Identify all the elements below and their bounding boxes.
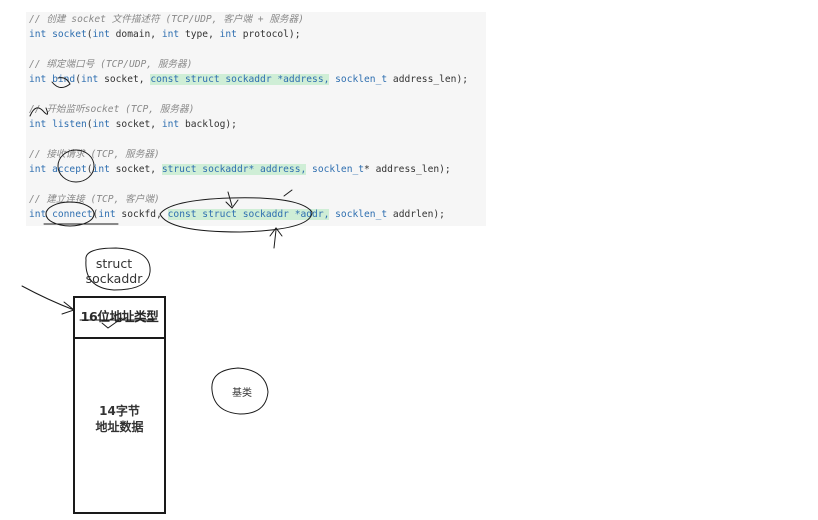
comment-listen: // 开始监听socket (TCP, 服务器)	[29, 104, 195, 115]
code-text: sockfd,	[115, 209, 168, 220]
code-text: type,	[179, 29, 220, 40]
comment-accept: // 接收请求 (TCP, 服务器)	[29, 149, 160, 160]
keyword: int	[29, 164, 47, 175]
keyword: int	[219, 29, 237, 40]
highlighted-param: struct sockaddr* address,	[161, 164, 307, 175]
keyword: int	[29, 74, 47, 85]
up-arrow-addr	[269, 227, 283, 249]
code-line-bind: int bind(int socket, const struct sockad…	[29, 74, 468, 86]
keyword: int	[161, 29, 180, 40]
incoming-arrow	[21, 285, 76, 315]
struct-label-line2: sockaddr	[85, 271, 143, 286]
code-line-connect: int connect(int sockfd, const struct soc…	[29, 209, 445, 221]
code-text: backlog);	[179, 119, 237, 130]
highlighted-param: const struct sockaddr *addr,	[167, 209, 330, 220]
code-text: socket,	[109, 119, 162, 130]
keyword: socklen_t	[312, 164, 365, 175]
keyword: int	[92, 119, 110, 130]
field-divider	[75, 337, 164, 339]
comment-connect: // 建立连接 (TCP, 客户端)	[29, 194, 160, 205]
keyword: socklen_t	[335, 74, 388, 85]
code-text: socket,	[98, 74, 151, 85]
keyword: int	[81, 74, 99, 85]
code-snippet: // 创建 socket 文件描述符 (TCP/UDP, 客户端 + 服务器) …	[26, 12, 486, 226]
code-text: socket,	[109, 164, 162, 175]
function-name-bind: bind	[52, 74, 76, 85]
comment-bind: // 绑定端口号 (TCP/UDP, 服务器)	[29, 59, 193, 70]
address-data-line1: 14字节	[99, 404, 140, 418]
function-name-accept: accept	[52, 164, 87, 175]
keyword: int	[29, 209, 47, 220]
sockaddr-layout-box: 16位地址类型 14字节 地址数据	[73, 296, 166, 514]
highlighted-param: const struct sockaddr *address,	[150, 74, 330, 85]
struct-label-line1: struct	[95, 256, 133, 271]
code-text: * address_len);	[364, 164, 451, 175]
code-line-socket: int socket(int domain, int type, int pro…	[29, 29, 301, 41]
code-line-listen: int listen(int socket, int backlog);	[29, 119, 237, 131]
comment-socket: // 创建 socket 文件描述符 (TCP/UDP, 客户端 + 服务器)	[29, 14, 304, 25]
code-text: domain,	[109, 29, 162, 40]
base-class-label: 基类	[232, 388, 252, 399]
address-data-line2: 地址数据	[95, 420, 144, 434]
function-name-socket: socket	[52, 29, 87, 40]
code-text: address_len);	[387, 74, 469, 85]
keyword: socklen_t	[335, 209, 388, 220]
address-type-field: 16位地址类型	[80, 309, 159, 324]
keyword: int	[29, 119, 47, 130]
keyword: int	[98, 209, 116, 220]
code-text: protocol);	[236, 29, 301, 40]
code-text: addrlen);	[387, 209, 445, 220]
address-data-field: 14字节 地址数据	[75, 403, 164, 435]
function-name-listen: listen	[52, 119, 87, 130]
function-name-connect: connect	[52, 209, 93, 220]
keyword: int	[92, 29, 110, 40]
keyword: int	[161, 119, 180, 130]
keyword: int	[29, 29, 47, 40]
keyword: int	[92, 164, 110, 175]
struct-sockaddr-label: struct sockaddr	[82, 256, 146, 286]
code-line-accept: int accept(int socket, struct sockaddr* …	[29, 164, 451, 176]
